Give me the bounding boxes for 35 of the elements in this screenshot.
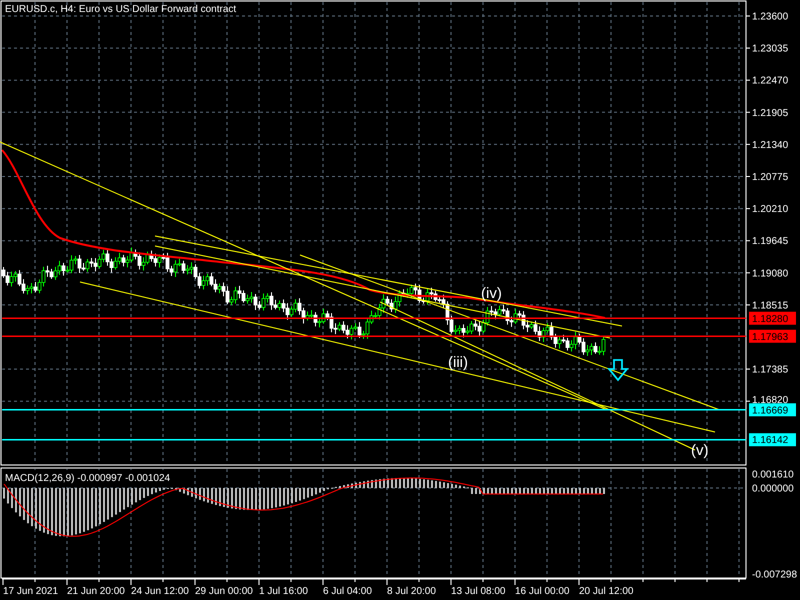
- macd-label: MACD(12,26,9) -0.000997 -0.001024: [2, 470, 172, 484]
- macd-axis-label: 0.001610: [752, 470, 794, 480]
- macd-axis-label: 0.000000: [752, 484, 794, 494]
- price-axis-label: 1.21905: [752, 108, 788, 119]
- price-axis-label: 1.17385: [752, 364, 788, 376]
- price-axis-label: 1.19080: [752, 268, 788, 280]
- price-axis-label: 1.19645: [752, 236, 788, 248]
- macd-axis-label: -0.007298: [752, 570, 798, 580]
- price-axis-label: 1.21340: [752, 140, 788, 151]
- time-axis-label: 6 Jul 04:00: [323, 586, 372, 597]
- price-axis-label: 1.22470: [752, 76, 788, 87]
- time-axis-label: 29 Jun 00:00: [195, 586, 253, 597]
- down-arrow-icon: [607, 359, 629, 382]
- wave-label: (iv): [481, 285, 502, 302]
- chart-title: EURUSD.c, H4: Euro vs US Dollar Forward contract: [5, 4, 236, 15]
- price-axis-label: 1.20210: [752, 204, 788, 216]
- price-level-tag: 1.18280: [749, 312, 796, 325]
- price-axis-label: 1.18515: [752, 300, 788, 312]
- time-axis-label: 1 Jul 16:00: [259, 586, 308, 597]
- time-axis-label: 20 Jul 12:00: [579, 586, 634, 597]
- price-level-tag: 1.16142: [749, 433, 796, 446]
- time-axis-label: 16 Jul 00:00: [515, 586, 570, 597]
- price-axis-label: 1.23035: [752, 44, 788, 55]
- price-axis-label: 1.16820: [752, 394, 788, 406]
- price-level-tag: 1.17963: [749, 330, 796, 343]
- price-level-tag: 1.16669: [749, 403, 796, 416]
- price-axis-label: 1.23600: [752, 12, 788, 22]
- time-axis-label: 17 Jun 2021: [3, 586, 58, 597]
- wave-label: (iii): [448, 354, 468, 371]
- time-axis-label: 21 Jun 20:00: [67, 586, 125, 597]
- time-axis-label: 8 Jul 20:00: [387, 586, 436, 597]
- price-axis-label: 1.20775: [752, 172, 788, 183]
- time-axis-label: 24 Jun 12:00: [131, 586, 189, 597]
- time-axis-label: 13 Jul 08:00: [451, 586, 506, 597]
- wave-label: (v): [691, 442, 708, 459]
